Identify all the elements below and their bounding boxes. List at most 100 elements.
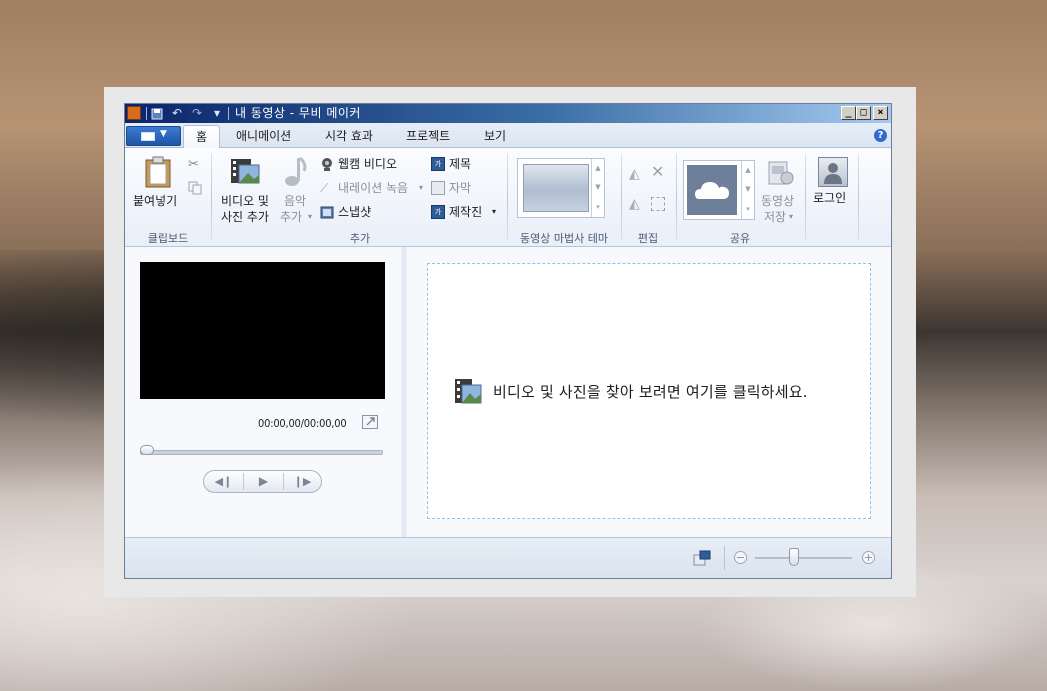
credits-label: 제작진 (449, 205, 483, 219)
title-bar: ↶ ↷ ▾ 내 동영상 - 무비 메이커 _ □ × (125, 104, 891, 123)
quick-access-separator (228, 107, 229, 120)
music-note-icon (285, 156, 307, 186)
main-area: 00:00,00/00:00,00 ◀❙ ▶ ❙▶ 비디오 및 사진을 찾아 보… (125, 247, 891, 537)
title-label: 제목 (449, 157, 472, 171)
group-separator (805, 154, 806, 240)
signin-button[interactable]: 로그인 (811, 154, 855, 214)
add-videos-label-line1: 비디오 및 (221, 194, 269, 208)
credits-button[interactable]: 가 제작진 ▾ (431, 205, 501, 221)
gallery-scroll-down-icon[interactable]: ▼ (741, 180, 754, 199)
webcam-video-label: 웹캠 비디오 (338, 157, 398, 171)
record-narration-button[interactable]: ⟋ 내레이션 녹음 ▾ (320, 181, 428, 197)
tab-visual-effects[interactable]: 시각 효과 (325, 128, 373, 144)
minimize-button[interactable]: _ (841, 106, 856, 120)
zoom-in-button[interactable]: + (862, 551, 875, 564)
caption-button[interactable]: 자막 (431, 181, 491, 197)
zoom-slider-thumb[interactable] (788, 548, 799, 566)
gallery-scroll-down-icon[interactable]: ▼ (591, 178, 604, 197)
editing-group-label: 편집 (637, 232, 659, 245)
film-photo-icon (231, 159, 260, 184)
gallery-scroll-up-icon[interactable]: ▲ (741, 161, 754, 180)
tab-animations[interactable]: 애니메이션 (236, 128, 291, 144)
rotate-left-icon[interactable]: ◭ (629, 166, 645, 182)
ribbon-tab-row: ▼ 홈 애니메이션 시각 효과 프로젝트 보기 ? (125, 123, 891, 148)
title-icon: 가 (431, 157, 445, 171)
rotate-right-icon[interactable]: ◭ (629, 196, 645, 212)
storyboard-hint[interactable]: 비디오 및 사진을 찾아 보려면 여기를 클릭하세요. (493, 381, 808, 402)
group-separator (676, 154, 677, 240)
cloud-icon[interactable] (687, 165, 737, 215)
help-icon[interactable]: ? (874, 129, 887, 142)
quick-access-separator (146, 107, 147, 120)
next-frame-icon[interactable]: ❙▶ (283, 471, 322, 492)
snapshot-button[interactable]: 스냅샷 (320, 205, 390, 221)
save-movie-label-line2: 저장 (764, 210, 787, 224)
share-gallery[interactable]: ▲ ▼ ▾ (683, 160, 755, 220)
person-icon (818, 157, 848, 187)
paste-icon (145, 156, 171, 188)
redo-icon[interactable]: ↷ (189, 106, 205, 121)
title-button[interactable]: 가 제목 (431, 157, 491, 173)
popout-icon[interactable] (362, 415, 378, 429)
snapshot-label: 스냅샷 (338, 205, 372, 219)
chevron-down-icon: ▾ (419, 183, 424, 192)
video-preview[interactable] (140, 262, 385, 399)
play-icon[interactable]: ▶ (244, 471, 283, 492)
paste-label: 붙여넣기 (133, 194, 178, 208)
movie-maker-icon[interactable] (127, 106, 141, 120)
caption-label: 자막 (449, 181, 472, 195)
cut-icon[interactable]: ✂ (188, 158, 202, 172)
copy-icon[interactable] (188, 181, 202, 195)
tab-view[interactable]: 보기 (484, 128, 506, 144)
undo-icon[interactable]: ↶ (169, 106, 185, 121)
gallery-scroll-up-icon[interactable]: ▲ (591, 159, 604, 178)
group-separator (211, 154, 212, 240)
add-music-label-line1: 음악 (284, 194, 307, 208)
file-menu-icon (141, 132, 155, 141)
add-videos-photos-button[interactable]: 비디오 및 사진 추가 (218, 154, 276, 226)
gallery-expand-icon[interactable]: ▾ (591, 197, 604, 217)
save-movie-icon (768, 161, 794, 185)
window-title: 내 동영상 - 무비 메이커 (235, 106, 361, 120)
webcam-icon (322, 158, 332, 171)
credits-icon: 가 (431, 205, 445, 219)
select-all-icon[interactable] (651, 197, 665, 211)
zoom-slider-track[interactable] (755, 557, 852, 559)
maximize-button[interactable]: □ (856, 106, 871, 120)
gallery-expand-icon[interactable]: ▾ (741, 199, 754, 219)
previous-frame-icon[interactable]: ◀❙ (204, 471, 243, 492)
chevron-down-icon: ▾ (308, 212, 313, 221)
add-music-button[interactable]: 음악 추가 ▾ (278, 154, 314, 226)
signin-label: 로그인 (813, 191, 847, 205)
seek-thumb[interactable] (140, 445, 154, 455)
tab-home[interactable]: 홈 (183, 125, 221, 148)
file-menu-button[interactable]: ▼ (126, 126, 181, 146)
clipboard-group-label: 클립보드 (147, 232, 189, 245)
save-movie-button[interactable]: 동영상 저장 ▾ (757, 154, 801, 226)
save-icon[interactable] (149, 106, 165, 121)
seek-bar[interactable] (140, 450, 383, 455)
film-photo-icon (455, 379, 482, 404)
group-separator (858, 154, 859, 240)
ribbon-home: 붙여넣기 ✂ 클립보드 비디오 및 사진 추가 음악 추가 ▾ 웹캠 비디오 ⟋… (125, 148, 891, 247)
save-movie-label-line1: 동영상 (761, 194, 795, 208)
theme-thumbnail[interactable] (523, 164, 589, 212)
thumbnail-size-icon[interactable] (693, 550, 711, 566)
chevron-down-icon: ▼ (160, 129, 167, 139)
pane-splitter[interactable] (401, 247, 407, 537)
customize-toolbar-icon[interactable]: ▾ (209, 106, 225, 121)
share-group-label: 공유 (729, 232, 751, 245)
zoom-out-button[interactable]: − (734, 551, 747, 564)
snapshot-icon (320, 206, 334, 219)
paste-button[interactable]: 붙여넣기 (131, 154, 181, 214)
movie-maker-window: ↶ ↷ ▾ 내 동영상 - 무비 메이커 _ □ × ▼ 홈 애니메이션 시각 … (124, 103, 892, 579)
add-videos-label-line2: 사진 추가 (221, 210, 269, 224)
webcam-video-button[interactable]: 웹캠 비디오 (320, 157, 410, 173)
remove-icon[interactable]: ✕ (651, 164, 667, 180)
close-button[interactable]: × (873, 106, 888, 120)
storyboard-drop-zone[interactable]: 비디오 및 사진을 찾아 보려면 여기를 클릭하세요. (427, 263, 871, 519)
record-narration-label: 내레이션 녹음 (338, 181, 409, 195)
tab-project[interactable]: 프로젝트 (406, 128, 450, 144)
playback-controls: ◀❙ ▶ ❙▶ (203, 470, 322, 493)
autoMovie-themes-gallery[interactable]: ▲ ▼ ▾ (517, 158, 605, 218)
